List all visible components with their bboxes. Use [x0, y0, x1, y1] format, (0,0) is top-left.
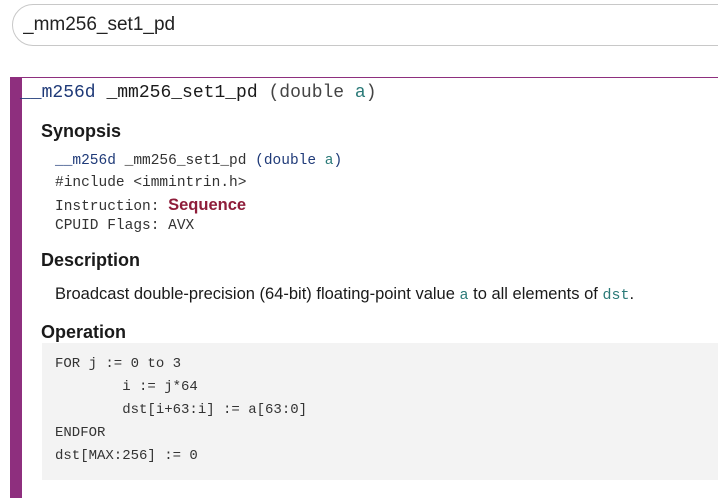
synopsis-cpuid: CPUID Flags: AVX	[55, 218, 194, 234]
operation-code-block: FOR j := 0 to 3 i := j*64 dst[i+63:i] :=…	[42, 343, 718, 480]
instruction-label: Instruction:	[55, 199, 160, 215]
synopsis-instruction: Instruction: Sequence	[55, 196, 246, 215]
description-text-after: .	[629, 285, 635, 303]
description-text-before: Broadcast double-precision (64-bit) floa…	[55, 285, 455, 303]
signature-name: _mm256_set1_pd	[106, 83, 258, 103]
synopsis-heading: Synopsis	[41, 121, 122, 141]
signature-arg-type: double	[279, 83, 345, 103]
synopsis-return-type: __m256d	[55, 153, 116, 169]
signature-return-type: __m256d	[20, 83, 96, 103]
synopsis-close-paren: )	[333, 153, 343, 169]
description-heading: Description	[41, 250, 141, 270]
description-text-middle: to all elements of	[473, 285, 598, 303]
synopsis-include: #include <immintrin.h>	[55, 175, 247, 191]
cpuid-label: CPUID Flags:	[55, 218, 160, 234]
cpuid-value: AVX	[168, 218, 195, 234]
description-code-dst: dst	[602, 287, 630, 304]
operation-line: ENDFOR	[55, 425, 106, 441]
instruction-link[interactable]: Sequence	[168, 196, 246, 214]
signature-close-paren: )	[365, 83, 377, 103]
synopsis-signature: __m256d _mm256_set1_pd (double a)	[55, 153, 342, 169]
signature-open-paren: (	[268, 83, 280, 103]
synopsis-name: _mm256_set1_pd	[124, 153, 247, 169]
operation-line: dst[MAX:256] := 0	[55, 448, 198, 464]
synopsis-arg-type: (double	[255, 153, 317, 169]
search-box[interactable]	[12, 4, 718, 46]
description-code-a: a	[459, 287, 469, 304]
operation-line: FOR j := 0 to 3	[55, 356, 182, 372]
intrinsic-signature[interactable]: __m256d _mm256_set1_pd (double a)	[20, 83, 377, 103]
operation-heading: Operation	[41, 322, 127, 342]
operation-line: i := j*64	[55, 379, 198, 395]
signature-arg-name: a	[354, 83, 366, 103]
search-input[interactable]	[23, 11, 623, 39]
description-text: Broadcast double-precision (64-bit) floa…	[55, 285, 634, 304]
operation-line: dst[i+63:i] := a[63:0]	[55, 402, 308, 418]
